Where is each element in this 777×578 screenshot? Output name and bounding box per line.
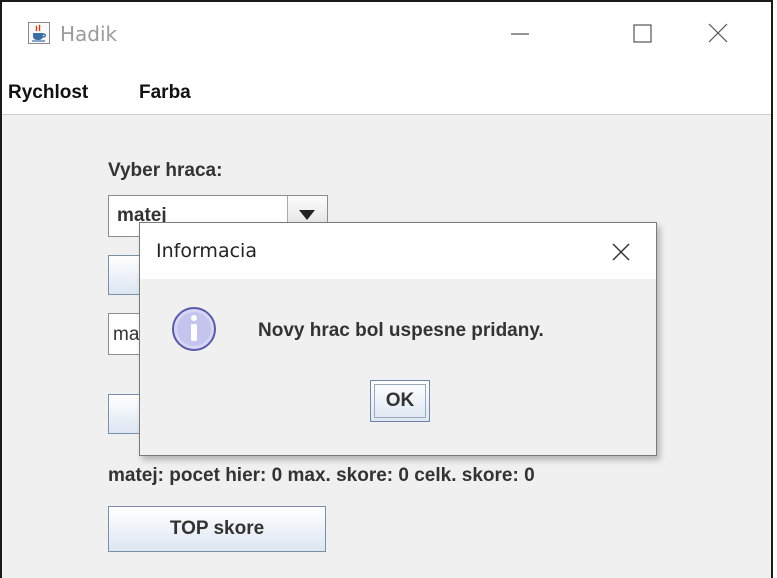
menu-rychlost[interactable]: Rychlost [8,82,88,104]
title-bar[interactable]: Hadik [2,2,771,70]
close-icon [612,243,630,261]
java-cup-icon [28,22,50,44]
menu-bar: Rychlost Farba [2,70,771,115]
window-title: Hadik [60,22,118,46]
maximize-icon [633,24,652,43]
minimize-button[interactable] [500,16,540,52]
minimize-icon [511,33,529,35]
dialog-message: Novy hrac bol uspesne pridany. [258,320,544,341]
top-score-button[interactable]: TOP skore [108,506,326,552]
info-icon [172,307,216,351]
dialog-close-button[interactable] [606,237,636,267]
close-button[interactable] [698,16,738,52]
dialog-title: Informacia [156,240,257,262]
triangle-down-icon [299,210,315,220]
information-dialog: Informacia Novy hrac bol uspesne pridany… [139,222,657,456]
ok-button-label: OK [374,384,426,418]
maximize-button[interactable] [622,16,662,52]
close-icon [708,23,728,43]
menu-farba[interactable]: Farba [139,82,191,104]
ok-button[interactable]: OK [370,380,430,422]
dialog-title-bar[interactable]: Informacia [140,223,656,279]
player-select-label: Vyber hraca: [108,160,223,181]
player-stats-label: matej: pocet hier: 0 max. skore: 0 celk.… [108,465,535,486]
